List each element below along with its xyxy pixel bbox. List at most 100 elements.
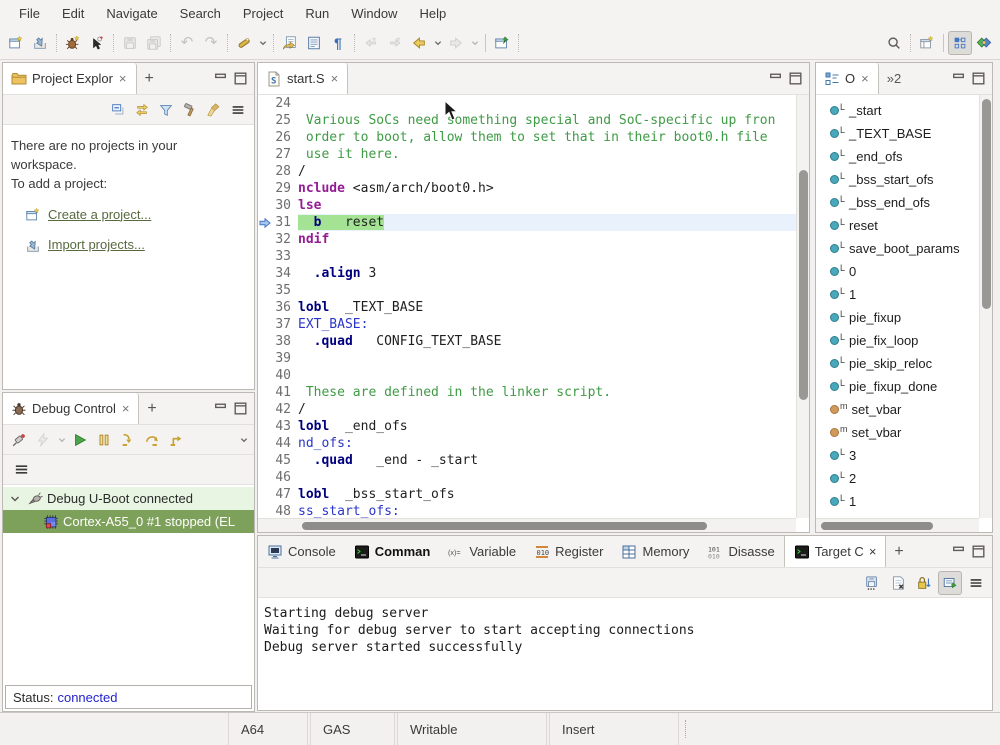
debug-tree-thread[interactable]: Cortex-A55_0 #1 stopped (EL	[3, 510, 254, 533]
tab-memory[interactable]: Memory	[612, 536, 698, 567]
menu-navigate[interactable]: Navigate	[95, 3, 168, 24]
code-line-39[interactable]	[298, 350, 796, 367]
outline-item-3[interactable]: L3	[816, 444, 979, 467]
outline-item-bss-start-ofs[interactable]: L_bss_start_ofs	[816, 168, 979, 191]
view-menu-button[interactable]	[226, 98, 250, 122]
console-output[interactable]: Starting debug server Waiting for debug …	[258, 598, 992, 663]
minimize-button[interactable]	[210, 397, 230, 421]
menu-file[interactable]: File	[8, 3, 51, 24]
broom-button[interactable]	[202, 98, 226, 122]
tab-variable[interactable]: (x)=Variable	[439, 536, 525, 567]
code-line-26[interactable]: order to boot, allow them to set that in…	[298, 129, 796, 146]
code-line-32[interactable]: ndif	[298, 231, 796, 248]
step-return-button[interactable]	[164, 428, 188, 452]
debug-tree-root[interactable]: Debug U-Boot connected	[3, 487, 254, 510]
chevron-down-button[interactable]	[55, 428, 68, 452]
scroll-lock-button[interactable]	[912, 571, 936, 595]
code-line-30[interactable]: lse	[298, 197, 796, 214]
next-edit-button[interactable]	[383, 31, 407, 55]
maximize-button[interactable]	[230, 397, 250, 421]
new-view-button[interactable]: +	[137, 63, 162, 94]
import-projects-link[interactable]: Import projects...	[48, 236, 145, 255]
close-icon[interactable]: ×	[869, 544, 877, 559]
code-line-46[interactable]	[298, 469, 796, 486]
view-menu-button[interactable]	[9, 458, 33, 482]
outline-item-text-base[interactable]: L_TEXT_BASE	[816, 122, 979, 145]
code-line-31[interactable]: b reset	[298, 214, 796, 231]
launch-button[interactable]	[232, 31, 256, 55]
chevron-down-button[interactable]	[256, 31, 269, 55]
chevron-down-button[interactable]	[431, 31, 444, 55]
pin-console-button[interactable]	[938, 571, 962, 595]
redo-button[interactable]: ↷	[199, 31, 223, 55]
clear-console-button[interactable]	[886, 571, 910, 595]
forward-button[interactable]	[444, 31, 468, 55]
close-icon[interactable]: ×	[118, 71, 128, 86]
import-button[interactable]	[28, 31, 52, 55]
step-into-button[interactable]	[116, 428, 140, 452]
tab-project-explorer[interactable]: Project Explor ×	[3, 63, 137, 94]
minimize-button[interactable]	[948, 67, 968, 91]
outline-item-save-boot-params[interactable]: Lsave_boot_params	[816, 237, 979, 260]
maximize-button[interactable]	[968, 67, 988, 91]
code-line-25[interactable]: Various SoCs need something special and …	[298, 112, 796, 129]
outline-item-0[interactable]: L0	[816, 260, 979, 283]
outline-item-1[interactable]: L1	[816, 283, 979, 306]
attach-button[interactable]	[85, 31, 109, 55]
outline-item-pie-fix-loop[interactable]: Lpie_fix_loop	[816, 329, 979, 352]
tab-disasse[interactable]: 101010Disasse	[698, 536, 783, 567]
menu-run[interactable]: Run	[294, 3, 340, 24]
save-button[interactable]	[118, 31, 142, 55]
maximize-button[interactable]	[968, 540, 988, 564]
search-button[interactable]	[882, 31, 906, 55]
code-line-38[interactable]: .quad CONFIG_TEXT_BASE	[298, 333, 796, 350]
code-line-42[interactable]: /	[298, 401, 796, 418]
editor-vertical-scrollbar[interactable]	[796, 95, 809, 518]
editor-horizontal-scrollbar[interactable]	[258, 518, 796, 532]
debug-new-button[interactable]	[61, 31, 85, 55]
outline-item-bss-end-ofs[interactable]: L_bss_end_ofs	[816, 191, 979, 214]
outline-item-pie-fixup[interactable]: Lpie_fixup	[816, 306, 979, 329]
outline-item-pie-fixup-done[interactable]: Lpie_fixup_done	[816, 375, 979, 398]
outline-item-2[interactable]: L2	[816, 467, 979, 490]
code-line-40[interactable]	[298, 367, 796, 384]
tab-debug-control[interactable]: Debug Control ×	[3, 393, 139, 424]
menu-edit[interactable]: Edit	[51, 3, 95, 24]
status-value[interactable]: connected	[57, 690, 117, 705]
create-a-project-link[interactable]: Create a project...	[48, 206, 151, 225]
pause-button[interactable]	[92, 428, 116, 452]
new-view-button[interactable]: +	[886, 536, 911, 567]
menu-window[interactable]: Window	[340, 3, 408, 24]
tab-comman[interactable]: Comman	[345, 536, 440, 567]
outline-item-set-vbar[interactable]: mset_vbar	[816, 421, 979, 444]
code-line-48[interactable]: ss_start_ofs:	[298, 503, 796, 518]
resume-button[interactable]	[68, 428, 92, 452]
code-line-34[interactable]: .align 3	[298, 265, 796, 282]
new-window-button[interactable]	[4, 31, 28, 55]
code-line-27[interactable]: use it here.	[298, 146, 796, 163]
statusbar-grip[interactable]	[685, 720, 693, 738]
tab-target-c[interactable]: Target C×	[784, 536, 887, 567]
code-line-43[interactable]: lobl _end_ofs	[298, 418, 796, 435]
code-line-37[interactable]: EXT_BASE:	[298, 316, 796, 333]
maximize-button[interactable]	[785, 67, 805, 91]
console-view-button[interactable]	[302, 31, 326, 55]
save-console-button[interactable]	[860, 571, 884, 595]
tab-register[interactable]: 010Register	[525, 536, 612, 567]
view-stack-overflow[interactable]: »2	[879, 63, 909, 94]
minimize-button[interactable]	[765, 67, 785, 91]
debug-perspective-button[interactable]	[948, 31, 972, 55]
flash-button[interactable]	[31, 428, 55, 452]
cpp-perspective-button[interactable]	[972, 31, 996, 55]
new-view-button[interactable]: +	[139, 393, 164, 424]
close-icon[interactable]: ×	[860, 71, 870, 86]
menu-project[interactable]: Project	[232, 3, 294, 24]
open-perspective-button[interactable]	[915, 31, 939, 55]
outline-item-set-vbar[interactable]: mset_vbar	[816, 398, 979, 421]
code-line-35[interactable]	[298, 282, 796, 299]
step-over-button[interactable]	[140, 428, 164, 452]
link-editor-button[interactable]	[130, 98, 154, 122]
close-icon[interactable]: ×	[330, 71, 340, 86]
minimize-button[interactable]	[948, 540, 968, 564]
tab-console[interactable]: Console	[258, 536, 345, 567]
